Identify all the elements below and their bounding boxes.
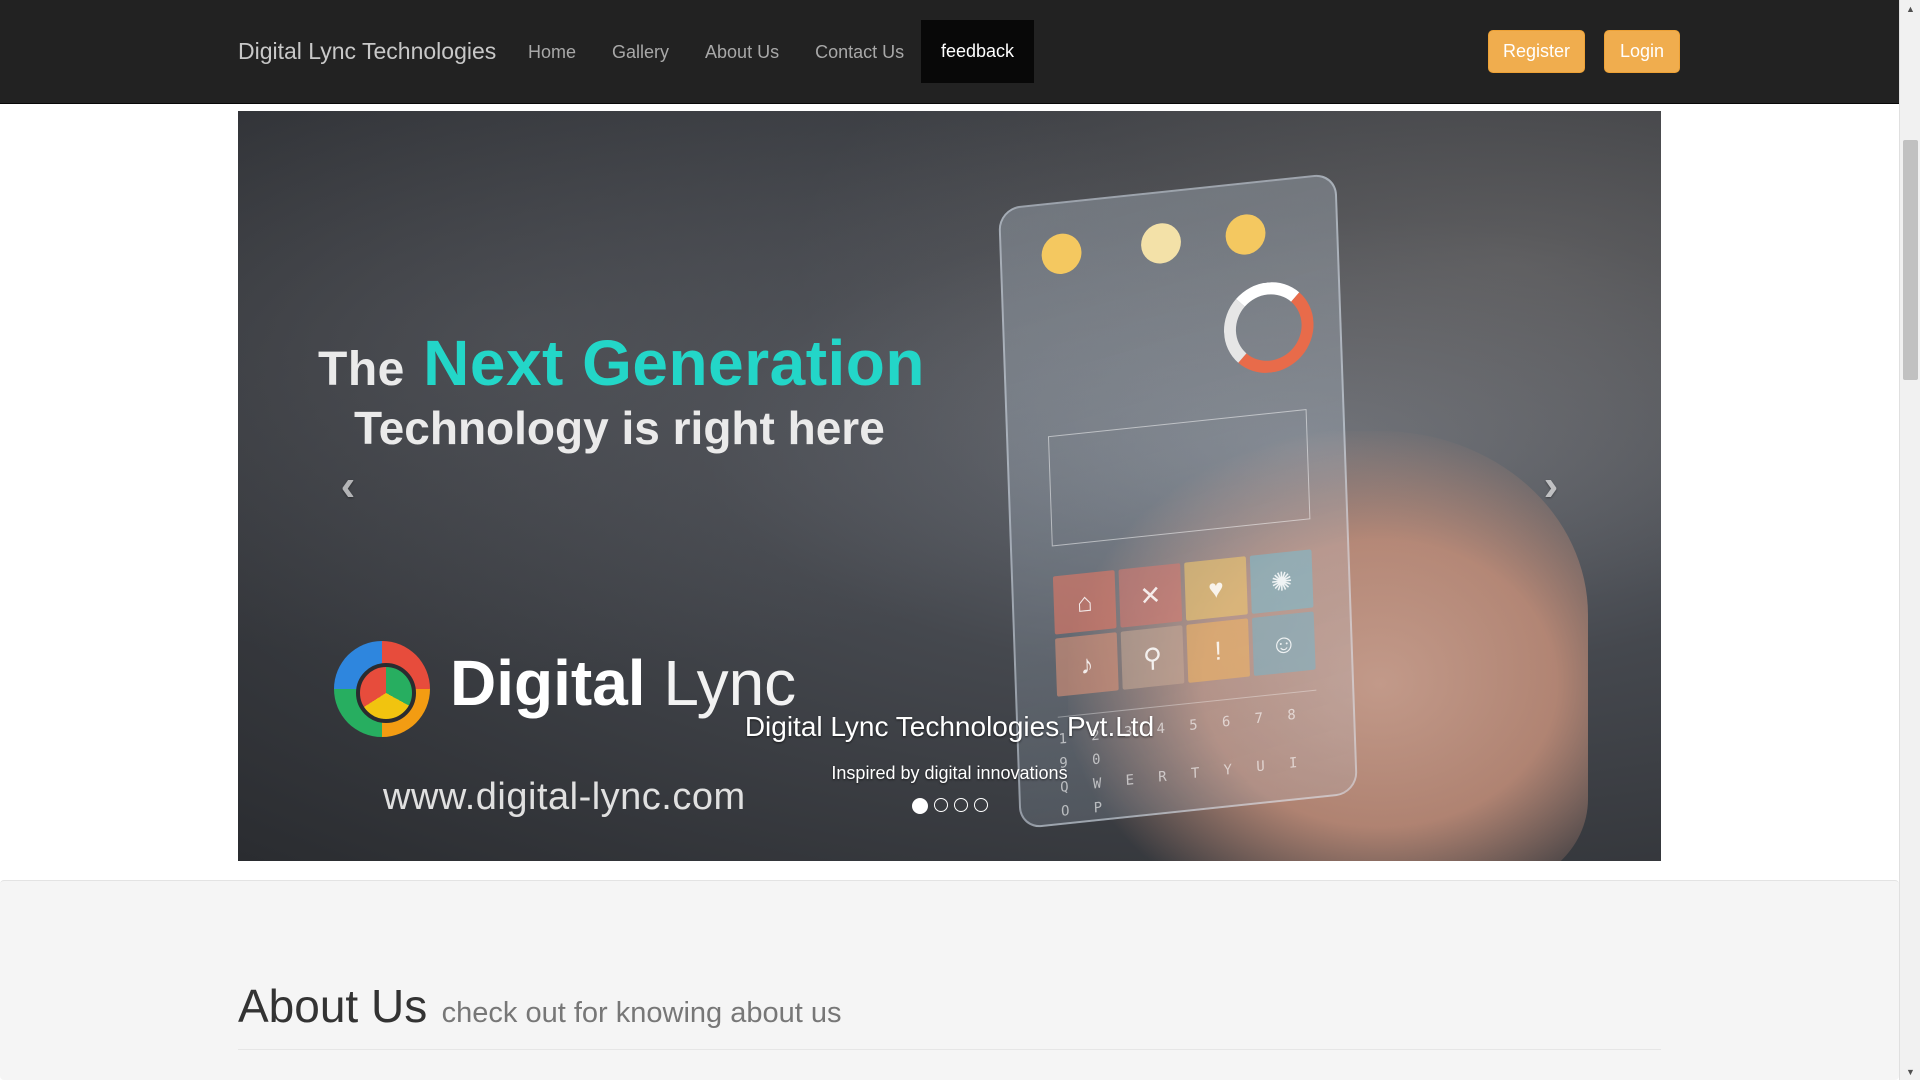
logo-wordmark-bold: Digital bbox=[450, 647, 646, 719]
nav-link-feedback[interactable]: feedback bbox=[921, 20, 1035, 83]
music-note-icon: ♪ bbox=[1055, 632, 1119, 697]
carousel-indicator-dot[interactable] bbox=[911, 798, 928, 814]
sun-icon bbox=[1040, 231, 1083, 276]
nav-links: Home Gallery About Us Contact Us feedbac… bbox=[510, 0, 1035, 104]
slide-headline-line2: Technology is right here bbox=[354, 402, 885, 454]
donut-chart-icon bbox=[1222, 277, 1316, 378]
carousel-caption-title: Digital Lync Technologies Pvt.Ltd bbox=[744, 711, 1155, 742]
line-chart-icon bbox=[1047, 409, 1311, 547]
slide-headline-accent: Next Generation bbox=[423, 327, 925, 399]
carousel-indicator-dot[interactable] bbox=[953, 798, 968, 812]
slide-headline: The Next Generation bbox=[318, 326, 925, 400]
alert-badge-icon: ! bbox=[1186, 618, 1251, 683]
hero-carousel: The Next Generation Technology is right … bbox=[238, 111, 1661, 861]
carousel-indicator-dot[interactable] bbox=[933, 798, 948, 812]
carousel-indicator-dot[interactable] bbox=[973, 798, 988, 812]
nav-link-gallery[interactable]: Gallery bbox=[594, 0, 687, 104]
about-subtitle: check out for knowing about us bbox=[441, 997, 842, 1029]
carousel-next-icon[interactable]: › bbox=[1521, 456, 1581, 516]
tools-icon: ✕ bbox=[1118, 563, 1183, 628]
page-scrollbar[interactable]: ▲ ▼ bbox=[1899, 0, 1920, 1080]
about-title: About Us bbox=[238, 980, 428, 1032]
logo-wordmark-light: Lync bbox=[663, 647, 797, 719]
sun-icon bbox=[1224, 212, 1267, 257]
app-tile-grid: ⌂ ✕ ♥ ✺ ♪ ⚲ ! ☺ bbox=[1052, 549, 1316, 697]
scroll-down-icon[interactable]: ▼ bbox=[1900, 1063, 1920, 1080]
scroll-up-icon[interactable]: ▲ bbox=[1900, 0, 1920, 17]
moon-icon bbox=[1140, 221, 1182, 266]
nav-link-contact-us[interactable]: Contact Us bbox=[797, 0, 922, 104]
nav-link-home[interactable]: Home bbox=[510, 0, 594, 104]
slide-headline-prefix: The bbox=[318, 343, 405, 396]
gear-icon: ✺ bbox=[1249, 549, 1314, 614]
scroll-thumb[interactable] bbox=[1903, 140, 1918, 380]
about-section: About Us check out for knowing about us bbox=[0, 880, 1899, 1080]
carousel-prev-icon[interactable]: ‹ bbox=[318, 456, 378, 516]
carousel-indicators bbox=[238, 798, 1661, 814]
login-button[interactable]: Login bbox=[1604, 30, 1680, 73]
carousel-caption-subtitle: Inspired by digital innovations bbox=[831, 763, 1068, 783]
about-heading: About Us check out for knowing about us bbox=[238, 979, 841, 1033]
register-button[interactable]: Register bbox=[1488, 30, 1585, 73]
logo-wordmark: Digital Lync bbox=[450, 646, 796, 720]
nav-link-about-us[interactable]: About Us bbox=[687, 0, 797, 104]
brand-link[interactable]: Digital Lync Technologies bbox=[238, 36, 496, 66]
home-icon: ⌂ bbox=[1052, 570, 1117, 635]
users-icon: ☺ bbox=[1251, 611, 1316, 677]
about-divider bbox=[238, 1049, 1661, 1050]
top-navbar: Digital Lync Technologies Home Gallery A… bbox=[0, 0, 1899, 104]
search-icon: ⚲ bbox=[1120, 625, 1185, 690]
heart-icon: ♥ bbox=[1184, 556, 1248, 621]
